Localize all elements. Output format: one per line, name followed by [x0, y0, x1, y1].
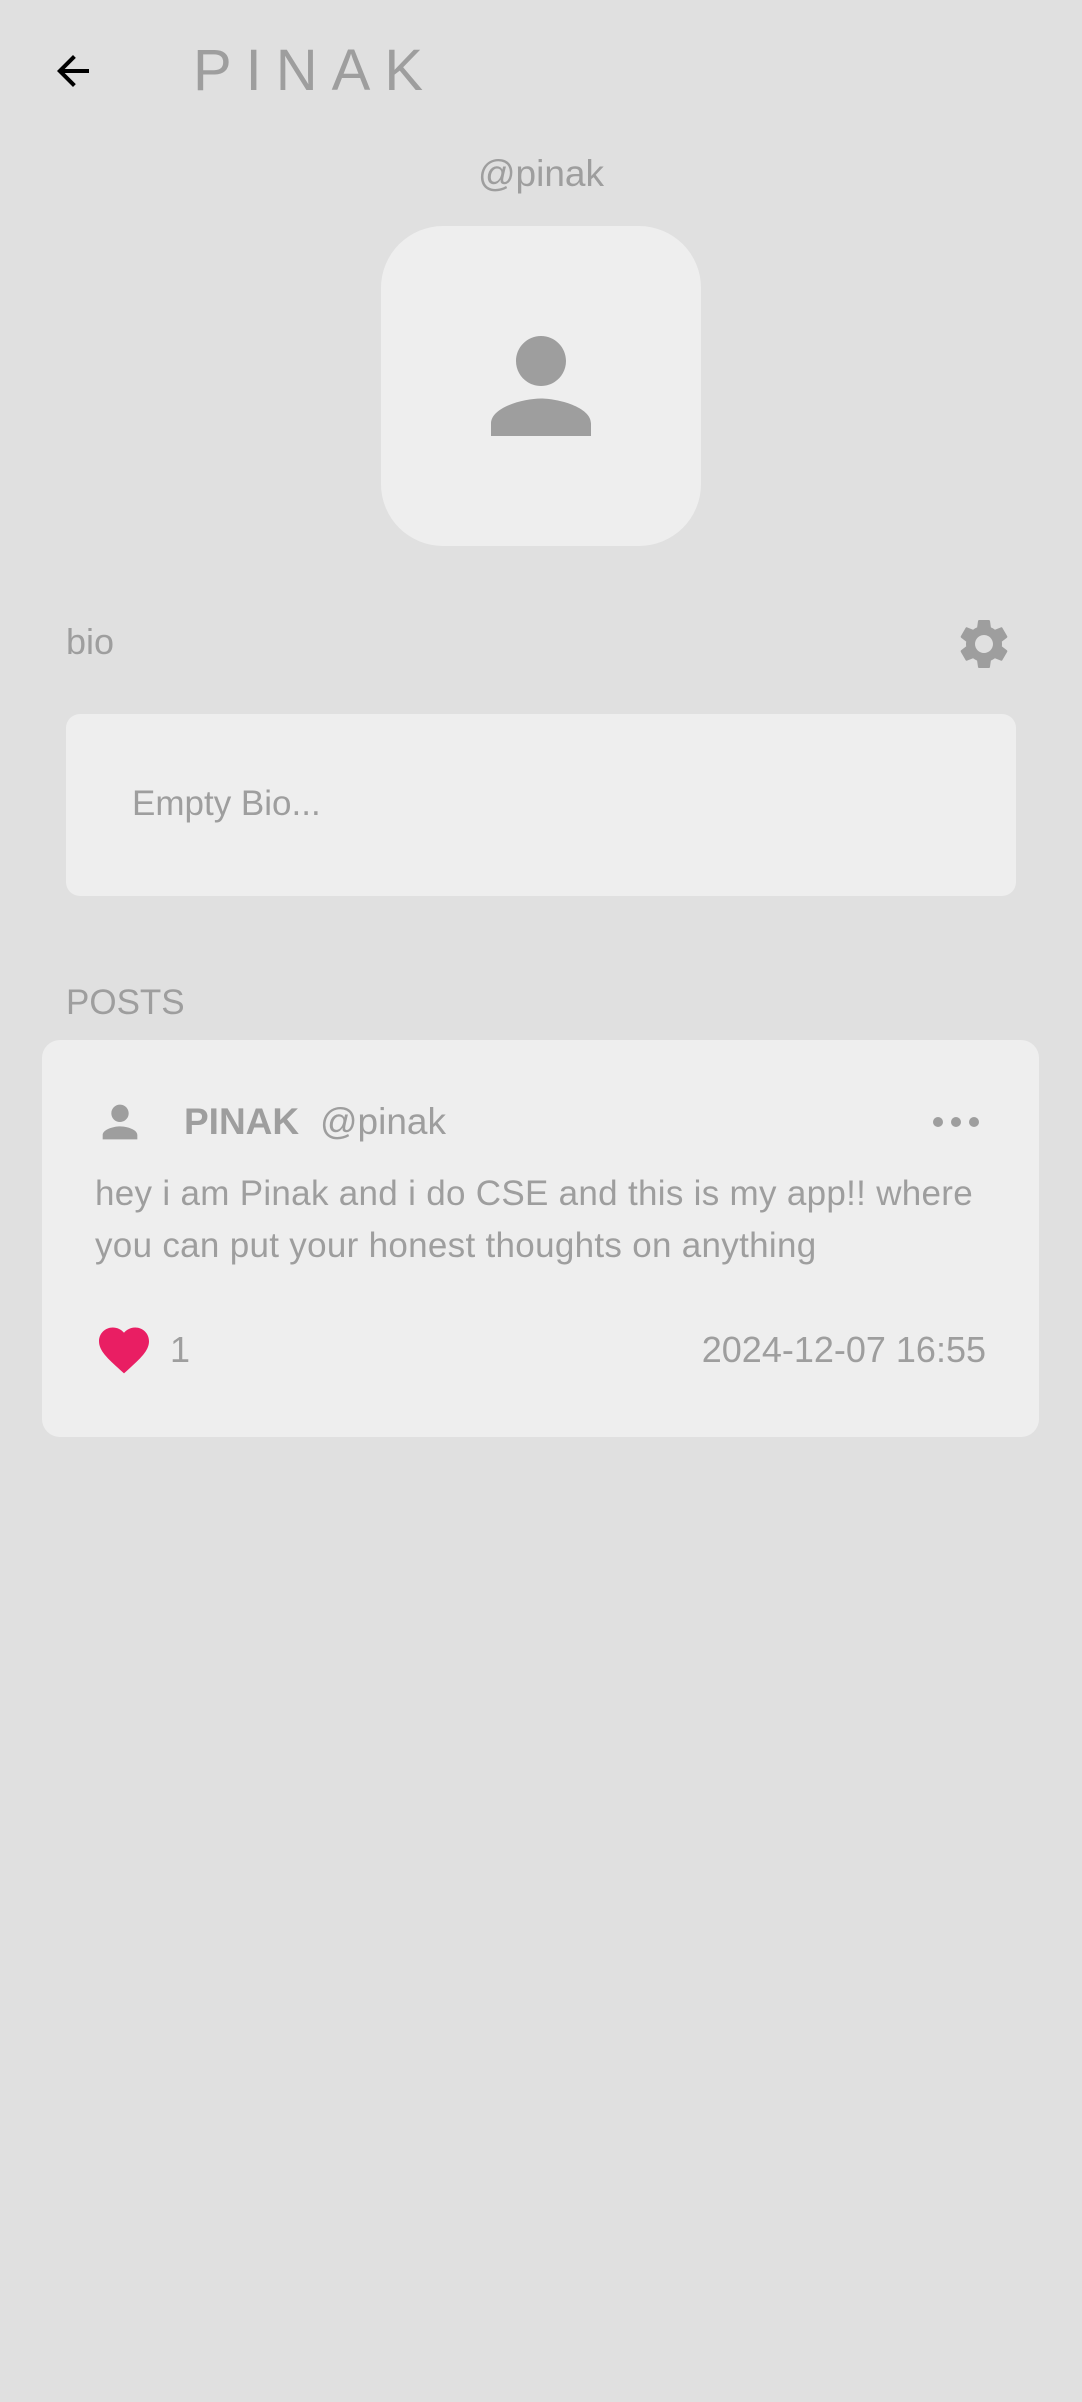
app-bar: PINAK — [0, 0, 1082, 140]
post-author-handle: @pinak — [320, 1101, 447, 1142]
app-title: PINAK — [193, 38, 438, 103]
back-button[interactable] — [44, 42, 102, 100]
bio-text: Empty Bio... — [132, 784, 321, 823]
bio-box: Empty Bio... — [66, 714, 1016, 896]
avatar — [381, 226, 701, 546]
post-date: 2024-12-07 16:55 — [701, 1329, 986, 1370]
more-horizontal-icon — [933, 1117, 979, 1127]
like-button[interactable] — [94, 1320, 154, 1380]
posts-header: POSTS — [66, 983, 185, 1022]
like-count: 1 — [170, 1329, 191, 1370]
profile-username: @pinak — [477, 153, 604, 194]
edit-bio-button[interactable] — [952, 612, 1016, 676]
post-more-button[interactable] — [926, 1102, 986, 1142]
post-body: hey i am Pinak and i do CSE and this is … — [95, 1174, 974, 1265]
post-card: PINAK @pinak hey i am Pinak and i do CSE… — [42, 1040, 1039, 1437]
person-icon — [102, 1104, 138, 1140]
post-author-name: PINAK — [184, 1101, 300, 1142]
heart-icon — [99, 1327, 149, 1374]
gear-icon — [960, 620, 1008, 668]
person-icon — [491, 336, 591, 436]
arrow-back-icon — [57, 55, 89, 87]
bio-label: bio — [66, 621, 115, 662]
